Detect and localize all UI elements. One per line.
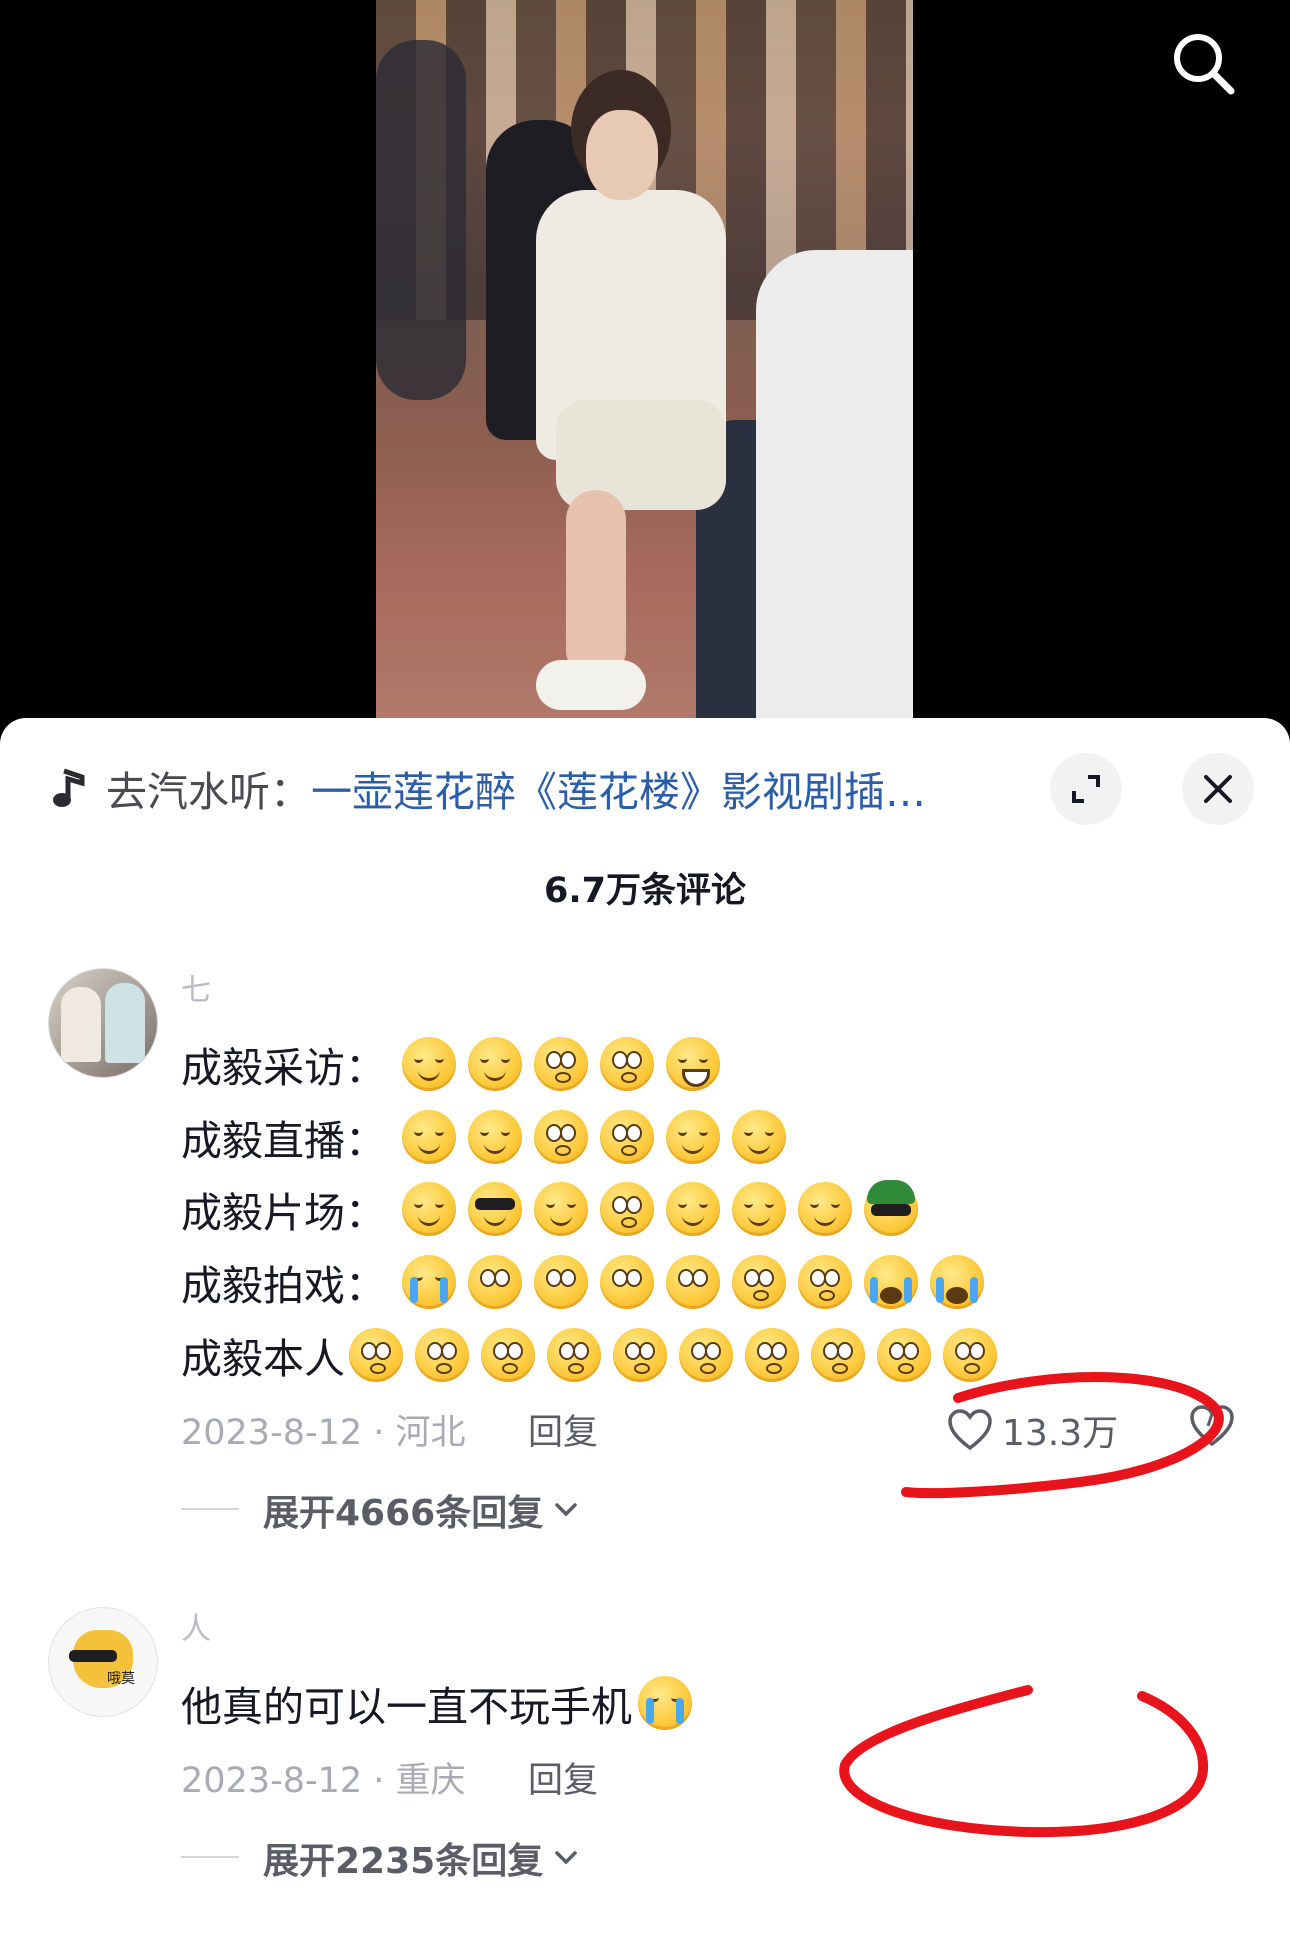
flushed-emoji-icon xyxy=(547,1328,601,1382)
grin-emoji-icon xyxy=(666,1037,720,1091)
comment-line: 成毅片场： xyxy=(181,1179,918,1239)
shy-emoji-icon xyxy=(534,1110,588,1164)
green-hat-emoji-icon xyxy=(864,1180,918,1236)
flushed-emoji-icon xyxy=(481,1328,535,1382)
expand-divider xyxy=(181,1508,239,1510)
comment-line: 成毅采访： xyxy=(181,1034,720,1094)
flushed-emoji-icon xyxy=(877,1328,931,1382)
avatar[interactable]: 哦莫 xyxy=(48,1607,158,1717)
flushed-emoji-icon xyxy=(613,1328,667,1382)
sunglasses-emoji-icon xyxy=(468,1182,522,1236)
music-prefix: 去汽水听： xyxy=(106,768,311,816)
smile-emoji-icon xyxy=(732,1110,786,1164)
music-note-icon xyxy=(53,768,85,807)
emoji-row xyxy=(402,1255,984,1309)
reply-button[interactable]: 回复 xyxy=(528,1752,598,1803)
search-button[interactable] xyxy=(1168,28,1238,98)
music-title[interactable]: 一壶莲花醉《莲花楼》影视剧插… xyxy=(311,758,926,818)
flushed-emoji-icon xyxy=(943,1328,997,1382)
expand-label: 展开2235条回复 xyxy=(263,1841,544,1882)
line-label: 成毅本人 xyxy=(181,1335,345,1383)
blowing-emoji-icon xyxy=(534,1255,588,1309)
blowing-emoji-icon xyxy=(600,1255,654,1309)
teary-emoji-icon xyxy=(732,1255,786,1309)
blowing-emoji-icon xyxy=(666,1255,720,1309)
smile-emoji-icon xyxy=(402,1037,456,1091)
reply-button[interactable]: 回复 xyxy=(528,1404,598,1455)
expand-label: 展开4666条回复 xyxy=(263,1493,544,1534)
laugh-emoji-icon xyxy=(402,1182,456,1236)
music-link[interactable]: 去汽水听： 一壶莲花醉《莲花楼》影视剧插… xyxy=(52,758,926,818)
comment-meta: 2023-8-12 · 河北 xyxy=(181,1413,466,1453)
surprised-emoji-icon xyxy=(600,1037,654,1091)
flushed-emoji-icon xyxy=(349,1328,403,1382)
smile-emoji-icon xyxy=(468,1110,522,1164)
video-frame[interactable] xyxy=(376,0,913,720)
line-label: 成毅直播： xyxy=(181,1117,386,1165)
expand-replies[interactable]: 展开2235条回复 xyxy=(263,1832,579,1884)
expand-button[interactable] xyxy=(1050,753,1122,825)
wailing-emoji-icon xyxy=(864,1255,918,1309)
crying-emoji-icon xyxy=(402,1255,456,1309)
surprised-emoji-icon xyxy=(534,1037,588,1091)
comment-line: 成毅直播： xyxy=(181,1107,786,1167)
avatar-text: 哦莫 xyxy=(107,1671,135,1687)
dizzy-emoji-icon xyxy=(600,1182,654,1236)
search-icon xyxy=(1174,34,1235,95)
flushed-emoji-icon xyxy=(679,1328,733,1382)
flushed-emoji-icon xyxy=(811,1328,865,1382)
emoji-row xyxy=(402,1180,918,1236)
crying-emoji-icon xyxy=(638,1676,692,1730)
close-button[interactable] xyxy=(1182,753,1254,825)
comment-line: 成毅本人 xyxy=(181,1325,997,1385)
main-person xyxy=(516,70,746,720)
flushed-emoji-icon xyxy=(745,1328,799,1382)
blowing-emoji-icon xyxy=(468,1255,522,1309)
dislike-icon[interactable] xyxy=(1188,1404,1236,1448)
username[interactable]: 七 xyxy=(181,965,211,1009)
emoji-row xyxy=(402,1037,720,1091)
chevron-down-icon xyxy=(555,1851,577,1865)
smile-emoji-icon xyxy=(666,1110,720,1164)
teary-emoji-icon xyxy=(798,1255,852,1309)
video-player[interactable] xyxy=(0,0,1290,720)
comment-meta: 2023-8-12 · 重庆 xyxy=(181,1761,466,1801)
avatar[interactable] xyxy=(48,968,158,1078)
comment-body: 他真的可以一直不玩手机 xyxy=(181,1683,632,1731)
heart-icon xyxy=(948,1409,992,1451)
flushed-emoji-icon xyxy=(415,1328,469,1382)
spectator-right xyxy=(756,250,913,720)
line-label: 成毅片场： xyxy=(181,1189,386,1237)
like-button[interactable]: 13.3万 xyxy=(946,1404,1118,1456)
comment-line: 成毅拍戏： xyxy=(181,1252,984,1312)
emoji-row xyxy=(349,1328,997,1382)
username[interactable]: 人 xyxy=(181,1604,211,1648)
smile-emoji-icon xyxy=(468,1037,522,1091)
silly-emoji-icon xyxy=(798,1182,852,1236)
wink-emoji-icon xyxy=(534,1182,588,1236)
like-count: 13.3万 xyxy=(1002,1413,1119,1454)
shy-emoji-icon xyxy=(600,1110,654,1164)
expand-divider xyxy=(181,1856,239,1858)
chevron-down-icon xyxy=(555,1503,577,1517)
expand-replies[interactable]: 展开4666条回复 xyxy=(263,1484,579,1536)
comment-count: 6.7万条评论 xyxy=(543,871,746,911)
comment-text: 他真的可以一直不玩手机 xyxy=(181,1673,692,1733)
spectator-far-left xyxy=(376,40,466,400)
line-label: 成毅拍戏： xyxy=(181,1262,386,1310)
smile-emoji-icon xyxy=(402,1110,456,1164)
emoji-row xyxy=(402,1110,786,1164)
close-icon xyxy=(1204,775,1232,803)
wailing-emoji-icon xyxy=(930,1255,984,1309)
tongue-emoji-icon xyxy=(732,1182,786,1236)
line-label: 成毅采访： xyxy=(181,1044,386,1092)
laugh-emoji-icon xyxy=(666,1182,720,1236)
expand-icon xyxy=(1072,775,1100,803)
